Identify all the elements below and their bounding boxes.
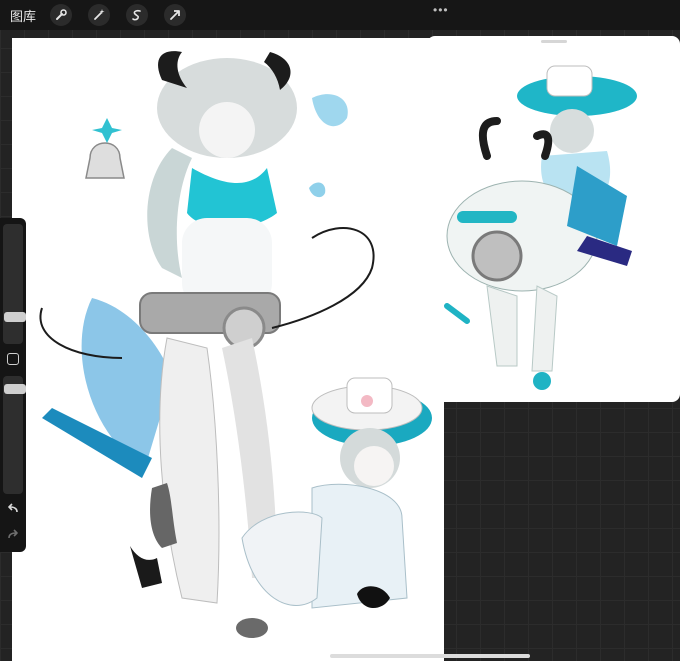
character-illustration (39, 51, 432, 638)
adjustments-button[interactable] (88, 4, 111, 26)
magic-wand-icon (94, 9, 105, 20)
reference-drag-handle[interactable] (541, 40, 567, 43)
selection-button[interactable] (126, 4, 149, 26)
top-toolbar: 图库 (0, 0, 680, 30)
reference-image (444, 65, 637, 390)
reference-window[interactable] (427, 36, 680, 402)
transform-arrow-icon (170, 10, 180, 20)
gallery-button[interactable]: 图库 (10, 6, 36, 25)
modify-button[interactable] (7, 353, 19, 365)
brush-size-thumb[interactable] (4, 312, 26, 322)
home-indicator (330, 654, 530, 658)
opacity-slider[interactable] (3, 376, 26, 494)
selection-icon (132, 9, 141, 21)
drawing-canvas[interactable] (12, 38, 444, 661)
redo-icon[interactable] (6, 528, 20, 542)
brush-size-slider[interactable] (3, 224, 26, 344)
more-options-icon[interactable]: ••• (433, 3, 449, 17)
opacity-thumb[interactable] (4, 384, 26, 394)
wrench-icon (56, 9, 67, 20)
undo-icon[interactable] (6, 502, 20, 516)
actions-button[interactable] (50, 4, 73, 26)
brush-sidebar (0, 218, 26, 552)
transform-button[interactable] (164, 4, 187, 26)
